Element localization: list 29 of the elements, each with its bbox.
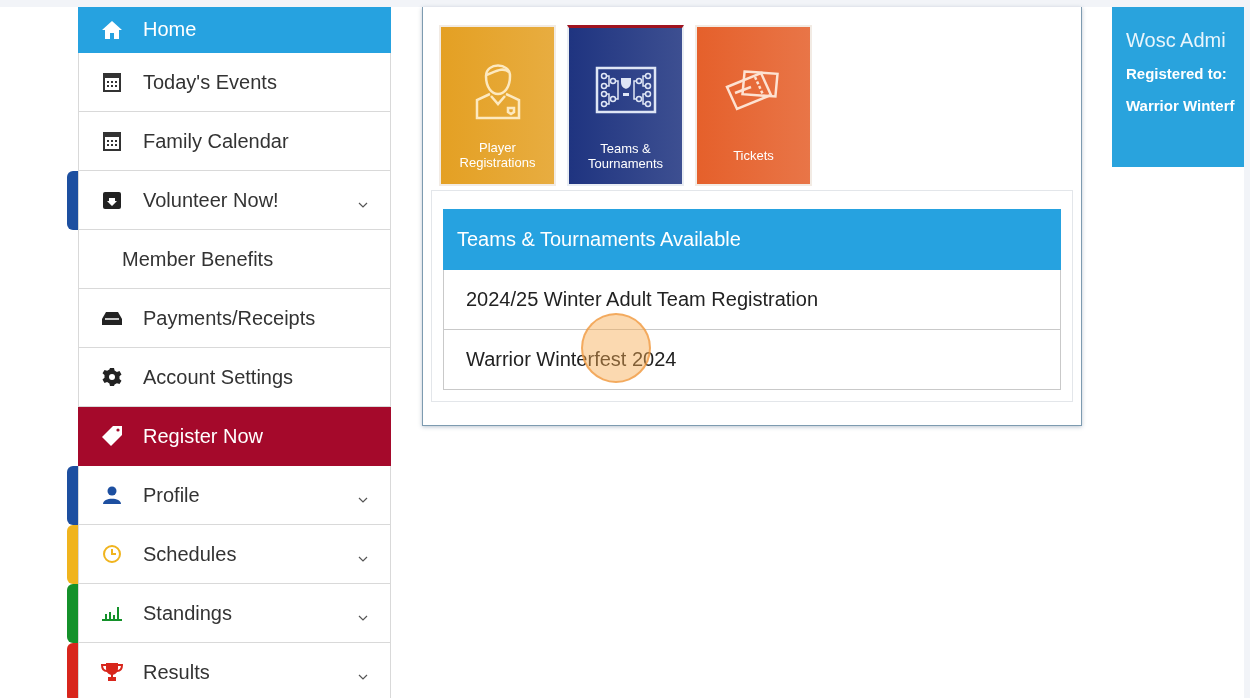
sidebar-item[interactable]: Account Settings [78, 348, 391, 407]
list-header: Teams & Tournaments Available [443, 209, 1061, 270]
settings-icon [102, 367, 122, 387]
tag-icon [101, 425, 123, 447]
sidebar-item[interactable]: Schedules [78, 525, 391, 584]
calendar-icon [103, 72, 121, 92]
clock-icon [102, 544, 122, 564]
home-icon [101, 19, 123, 40]
sidebar-item[interactable]: Profile [78, 466, 391, 525]
card-value: Warrior Winterf [1126, 97, 1235, 114]
tournament-bracket-icon [594, 65, 657, 114]
sidebar-item[interactable]: Register Now [78, 407, 391, 466]
trophy-icon [101, 662, 123, 682]
tray-icon [101, 310, 123, 326]
sidebar-item[interactable]: Payments/Receipts [78, 289, 391, 348]
sidebar-item[interactable]: Family Calendar [78, 112, 391, 171]
download-box-icon [102, 190, 122, 210]
sidebar-item[interactable]: Standings [78, 584, 391, 643]
person-icon [102, 486, 122, 504]
card-title: Wosc Admi [1126, 29, 1226, 52]
sidebar-item[interactable]: Today's Events [78, 53, 391, 112]
card-label: Registered to: [1126, 65, 1227, 82]
category-tile[interactable]: Teams & Tournaments [567, 25, 684, 186]
list-item[interactable]: 2024/25 Winter Adult Team Registration [443, 270, 1061, 330]
bar-chart-icon [102, 605, 122, 621]
sidebar-item[interactable]: Member Benefits [78, 230, 391, 289]
sidebar-item[interactable]: Results [78, 643, 391, 698]
sidebar-item[interactable]: Volunteer Now! [78, 171, 391, 230]
calendar-icon [103, 131, 121, 151]
